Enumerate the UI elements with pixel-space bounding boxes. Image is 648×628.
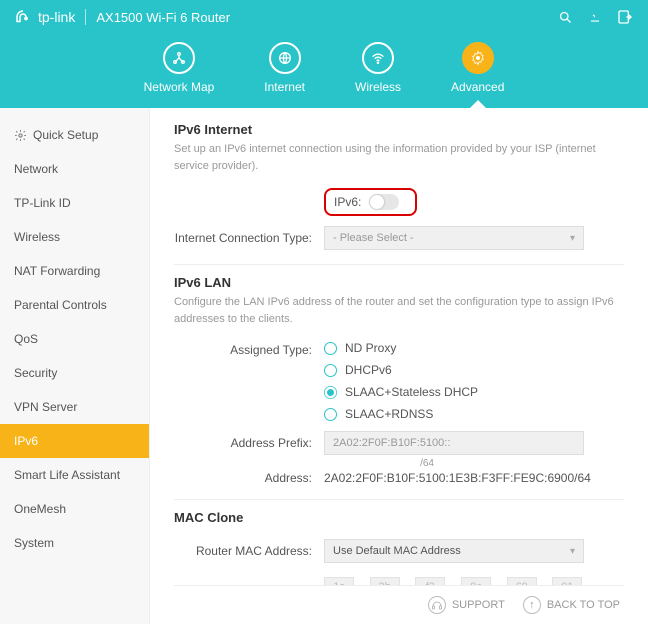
ipv6-toggle-label: IPv6:	[334, 195, 361, 209]
section-ipv6-internet-title: IPv6 Internet	[174, 122, 624, 137]
sidebar-item-quick-setup[interactable]: Quick Setup	[0, 118, 149, 152]
chevron-down-icon: ▾	[570, 233, 575, 244]
back-to-top-button[interactable]: ↑ BACK TO TOP	[523, 596, 620, 614]
brand-name: tp-link	[38, 9, 75, 25]
assigned-type-radio-group: ND Proxy DHCPv6 SLAAC+Stateless DHCP SLAAC+…	[324, 341, 478, 421]
radio-label: DHCPv6	[345, 363, 392, 377]
sidebar-item-wireless[interactable]: Wireless	[0, 220, 149, 254]
sidebar-item-security[interactable]: Security	[0, 356, 149, 390]
nav-internet[interactable]: Internet	[264, 42, 305, 94]
sidebar-item-qos[interactable]: QoS	[0, 322, 149, 356]
radio-slaac-rdnss[interactable]: SLAAC+RDNSS	[324, 407, 478, 421]
section-ipv6-lan-desc: Configure the LAN IPv6 address of the ro…	[174, 294, 624, 327]
sidebar-item-ipv6[interactable]: IPv6	[0, 424, 149, 458]
conn-type-select[interactable]: - Please Select - ▾	[324, 226, 584, 250]
radio-icon	[324, 342, 337, 355]
ipv6-toggle[interactable]	[369, 194, 399, 210]
radio-icon	[324, 408, 337, 421]
conn-type-label: Internet Connection Type:	[174, 231, 324, 245]
router-mac-label: Router MAC Address:	[174, 544, 324, 558]
main-nav: Network Map Internet Wireless Advanced	[0, 34, 648, 108]
product-name: AX1500 Wi-Fi 6 Router	[96, 10, 230, 25]
radio-dhcpv6[interactable]: DHCPv6	[324, 363, 478, 377]
ipv6-toggle-highlight: IPv6:	[324, 188, 417, 216]
sidebar-item-nat-forwarding[interactable]: NAT Forwarding	[0, 254, 149, 288]
prefix-suffix: /64	[420, 458, 434, 469]
brand-logo: tp-link	[14, 8, 75, 26]
address-label: Address:	[174, 471, 324, 485]
address-value: 2A02:2F0F:B10F:5100:1E3B:F3FF:FE9C:6900/…	[324, 471, 591, 485]
router-mac-value: Use Default MAC Address	[333, 545, 461, 557]
radio-label: ND Proxy	[345, 341, 396, 355]
back-label: BACK TO TOP	[547, 599, 620, 611]
section-mac-clone-title: MAC Clone	[174, 510, 624, 525]
logout-icon[interactable]	[616, 8, 634, 26]
sidebar: Quick SetupNetworkTP-Link IDWirelessNAT …	[0, 108, 150, 624]
sidebar-item-network[interactable]: Network	[0, 152, 149, 186]
nav-label: Advanced	[451, 80, 504, 94]
nav-wireless[interactable]: Wireless	[355, 42, 401, 94]
section-ipv6-lan-title: IPv6 LAN	[174, 275, 624, 290]
assigned-type-label: Assigned Type:	[174, 341, 324, 357]
sidebar-item-smart-life-assistant[interactable]: Smart Life Assistant	[0, 458, 149, 492]
nav-label: Wireless	[355, 80, 401, 94]
router-mac-select[interactable]: Use Default MAC Address ▾	[324, 539, 584, 563]
nav-label: Network Map	[144, 80, 215, 94]
radio-slaac-stateless-dhcp[interactable]: SLAAC+Stateless DHCP	[324, 385, 478, 399]
radio-nd-proxy[interactable]: ND Proxy	[324, 341, 478, 355]
nav-label: Internet	[264, 80, 305, 94]
support-label: SUPPORT	[452, 599, 505, 611]
arrow-up-icon: ↑	[523, 596, 541, 614]
nav-advanced[interactable]: Advanced	[451, 42, 504, 94]
radio-icon	[324, 386, 337, 399]
address-prefix-label: Address Prefix:	[174, 436, 324, 450]
sidebar-item-onemesh[interactable]: OneMesh	[0, 492, 149, 526]
sidebar-item-tp-link-id[interactable]: TP-Link ID	[0, 186, 149, 220]
download-icon[interactable]	[586, 8, 604, 26]
address-prefix-input[interactable]	[324, 431, 584, 455]
brand-divider	[85, 9, 86, 25]
support-button[interactable]: SUPPORT	[428, 596, 505, 614]
support-icon	[428, 596, 446, 614]
radio-label: SLAAC+Stateless DHCP	[345, 385, 478, 399]
sidebar-item-system[interactable]: System	[0, 526, 149, 560]
conn-type-value: - Please Select -	[333, 232, 414, 244]
section-divider	[174, 264, 624, 265]
radio-label: SLAAC+RDNSS	[345, 407, 433, 421]
nav-network-map[interactable]: Network Map	[144, 42, 215, 94]
gear-icon	[14, 129, 27, 142]
section-divider	[174, 499, 624, 500]
chevron-down-icon: ▾	[570, 546, 575, 557]
section-ipv6-internet-desc: Set up an IPv6 internet connection using…	[174, 141, 624, 174]
radio-icon	[324, 364, 337, 377]
sidebar-item-parental-controls[interactable]: Parental Controls	[0, 288, 149, 322]
search-icon[interactable]	[556, 8, 574, 26]
sidebar-item-vpn-server[interactable]: VPN Server	[0, 390, 149, 424]
